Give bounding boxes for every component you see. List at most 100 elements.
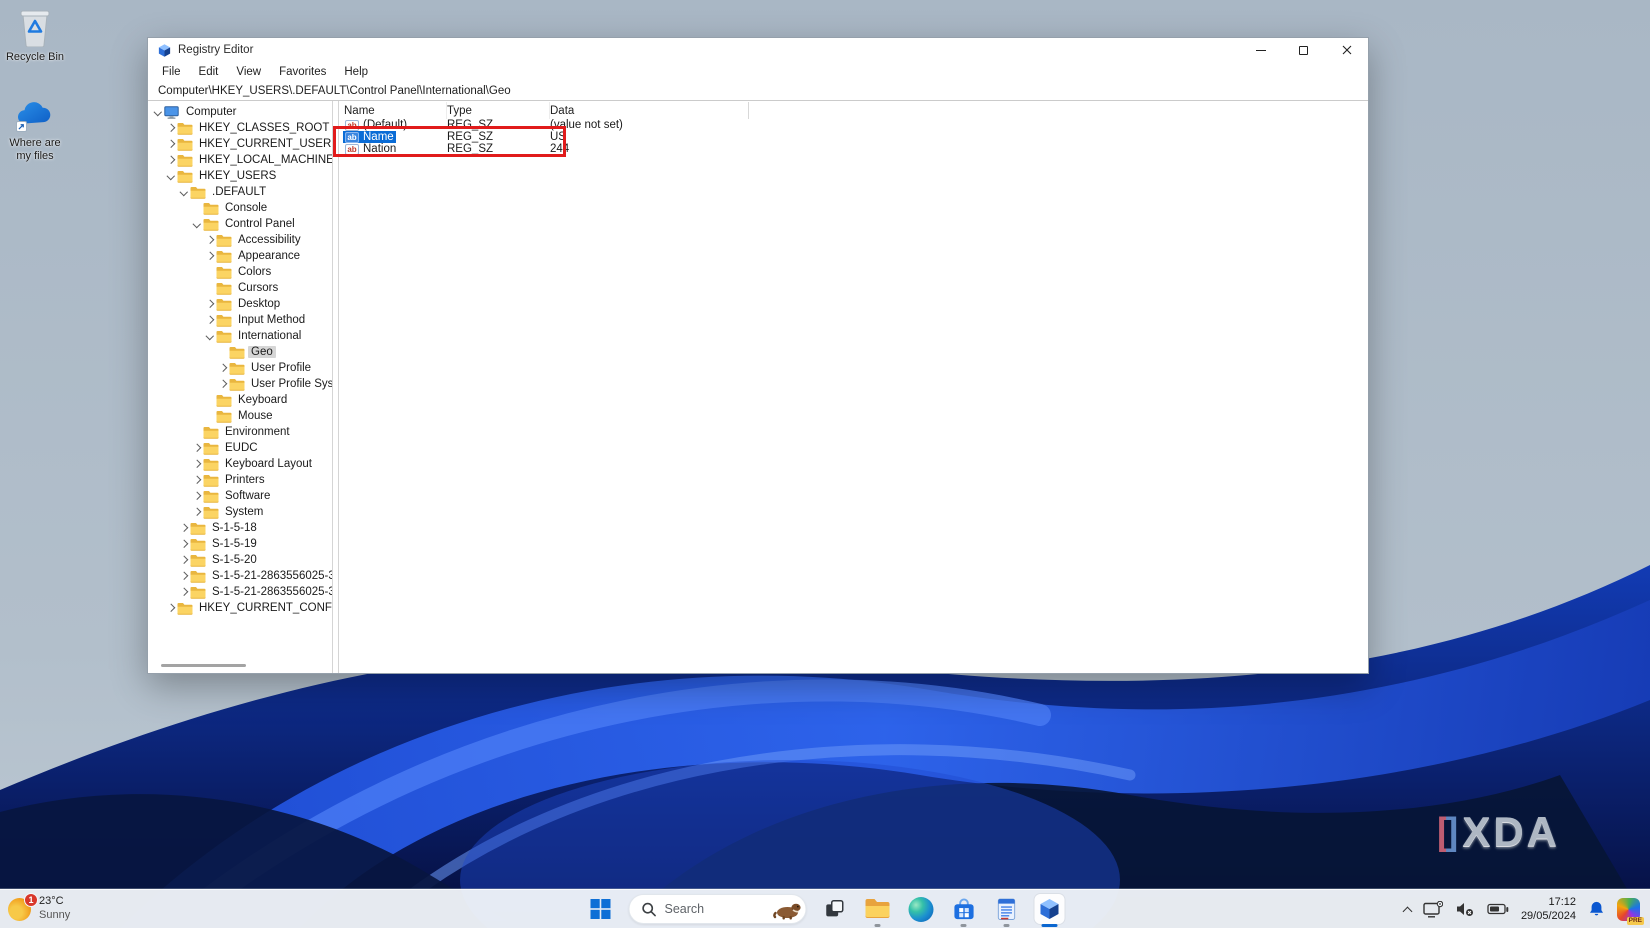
column-header-name[interactable]: Name xyxy=(339,102,447,119)
tree-chevron-icon[interactable] xyxy=(204,235,215,246)
notepad-button[interactable] xyxy=(992,894,1022,924)
tree-chevron-icon[interactable] xyxy=(204,331,215,342)
menu-edit[interactable]: Edit xyxy=(190,66,228,78)
copilot-icon[interactable]: PRE xyxy=(1617,897,1644,925)
menu-view[interactable]: View xyxy=(227,66,270,78)
tree-item-colors[interactable]: Colors xyxy=(148,264,332,280)
weather-widget[interactable]: 1 23°C Sunny xyxy=(8,890,70,928)
menu-help[interactable]: Help xyxy=(335,66,377,78)
column-header-type[interactable]: Type xyxy=(447,102,550,119)
tree-item-international[interactable]: International xyxy=(148,328,332,344)
tree-item-appearance[interactable]: Appearance xyxy=(148,248,332,264)
tree-item-keyboard-layout[interactable]: Keyboard Layout xyxy=(148,456,332,472)
tree-chevron-icon[interactable] xyxy=(178,539,189,550)
tree-chevron-icon[interactable] xyxy=(165,171,176,182)
tree-chevron-icon[interactable] xyxy=(204,315,215,326)
tree-chevron-icon[interactable] xyxy=(204,251,215,262)
tree-chevron-icon[interactable] xyxy=(152,107,163,118)
tree-chevron-icon[interactable] xyxy=(165,603,176,614)
xda-logo-text: XDA xyxy=(1462,808,1560,855)
registry-editor-taskbar-button[interactable] xyxy=(1034,894,1065,924)
file-explorer-button[interactable] xyxy=(863,894,893,924)
tree-item-hkey-local-machine[interactable]: HKEY_LOCAL_MACHINE xyxy=(148,152,332,168)
tree-item-printers[interactable]: Printers xyxy=(148,472,332,488)
folder-icon xyxy=(216,266,232,279)
desktop-icon-recycle-bin[interactable]: Recycle Bin xyxy=(2,6,68,64)
start-button[interactable] xyxy=(586,894,616,924)
title-bar[interactable]: Registry Editor xyxy=(148,38,1368,62)
tree-item-default[interactable]: .DEFAULT xyxy=(148,184,332,200)
tree-item-accessibility[interactable]: Accessibility xyxy=(148,232,332,248)
tree-item-console[interactable]: Console xyxy=(148,200,332,216)
tree-chevron-icon[interactable] xyxy=(178,587,189,598)
tree-chevron-icon[interactable] xyxy=(204,299,215,310)
notification-bell-icon[interactable] xyxy=(1588,900,1605,918)
tree-chevron-icon[interactable] xyxy=(191,507,202,518)
microsoft-store-button[interactable] xyxy=(949,894,979,924)
tree-chevron-icon[interactable] xyxy=(191,219,202,230)
cast-display-icon[interactable] xyxy=(1423,900,1443,918)
desktop-icon-where-are-my-files[interactable]: Where are my files xyxy=(2,92,68,162)
tree-chevron-icon[interactable] xyxy=(191,459,202,470)
tree-chevron-icon[interactable] xyxy=(178,571,189,582)
search-box[interactable]: Search xyxy=(628,894,807,924)
tree-no-chevron xyxy=(204,395,215,406)
tree-chevron-icon[interactable] xyxy=(191,475,202,486)
tree-item-user-profile[interactable]: User Profile xyxy=(148,360,332,376)
battery-icon[interactable] xyxy=(1487,903,1509,915)
folder-icon xyxy=(190,522,206,535)
tree-chevron-icon[interactable] xyxy=(178,187,189,198)
volume-muted-icon[interactable] xyxy=(1455,901,1475,917)
tree-item-system[interactable]: System xyxy=(148,504,332,520)
close-button[interactable] xyxy=(1325,38,1368,62)
tree-chevron-icon[interactable] xyxy=(165,123,176,134)
menu-favorites[interactable]: Favorites xyxy=(270,66,335,78)
tree-item-computer[interactable]: Computer xyxy=(148,104,332,120)
tree-item-label: User Profile Syste xyxy=(251,378,332,390)
tree-item-label: Colors xyxy=(238,266,272,278)
folder-icon xyxy=(190,554,206,567)
tree-chevron-icon[interactable] xyxy=(191,491,202,502)
minimize-button[interactable] xyxy=(1239,38,1282,62)
tree-item-mouse[interactable]: Mouse xyxy=(148,408,332,424)
task-view-button[interactable] xyxy=(820,894,850,924)
tree-item-control-panel[interactable]: Control Panel xyxy=(148,216,332,232)
menu-file[interactable]: File xyxy=(153,66,190,78)
address-bar[interactable]: Computer\HKEY_USERS\.DEFAULT\Control Pan… xyxy=(148,81,1368,101)
edge-browser-button[interactable] xyxy=(906,894,936,924)
tree-item-hkey-current-config[interactable]: HKEY_CURRENT_CONFIG xyxy=(148,600,332,616)
tree-item-s-1-5-18[interactable]: S-1-5-18 xyxy=(148,520,332,536)
tree-chevron-icon[interactable] xyxy=(217,363,228,374)
copilot-preview-badge: PRE xyxy=(1626,916,1644,925)
tree-item-s-1-5-19[interactable]: S-1-5-19 xyxy=(148,536,332,552)
tree-chevron-icon[interactable] xyxy=(165,155,176,166)
tree-item-environment[interactable]: Environment xyxy=(148,424,332,440)
tree-item-s-1-5-20[interactable]: S-1-5-20 xyxy=(148,552,332,568)
sun-icon: 1 xyxy=(8,892,38,921)
tree-item-geo[interactable]: Geo xyxy=(148,344,332,360)
tree-horizontal-scrollbar[interactable] xyxy=(161,664,246,667)
pane-splitter[interactable] xyxy=(332,101,339,673)
tree-item-software[interactable]: Software xyxy=(148,488,332,504)
tree-chevron-icon[interactable] xyxy=(217,379,228,390)
tree-item-s-1-5-21-2863556025-3033[interactable]: S-1-5-21-2863556025-3033 xyxy=(148,568,332,584)
tray-overflow-chevron-icon[interactable] xyxy=(1402,906,1413,916)
tree-chevron-icon[interactable] xyxy=(191,443,202,454)
column-header-data[interactable]: Data xyxy=(550,102,749,119)
tree-item-input-method[interactable]: Input Method xyxy=(148,312,332,328)
tree-item-hkey-users[interactable]: HKEY_USERS xyxy=(148,168,332,184)
tree-chevron-icon[interactable] xyxy=(178,555,189,566)
tree-item-s-1-5-21-2863556025-3033[interactable]: S-1-5-21-2863556025-3033 xyxy=(148,584,332,600)
tree-chevron-icon[interactable] xyxy=(178,523,189,534)
tree-item-user-profile-syste[interactable]: User Profile Syste xyxy=(148,376,332,392)
tree-item-hkey-current-user[interactable]: HKEY_CURRENT_USER xyxy=(148,136,332,152)
tree-item-cursors[interactable]: Cursors xyxy=(148,280,332,296)
tree-item-keyboard[interactable]: Keyboard xyxy=(148,392,332,408)
shortcut-arrow-icon xyxy=(16,121,27,132)
taskbar-clock[interactable]: 17:12 29/05/2024 xyxy=(1521,895,1576,924)
tree-chevron-icon[interactable] xyxy=(165,139,176,150)
tree-item-eudc[interactable]: EUDC xyxy=(148,440,332,456)
maximize-button[interactable] xyxy=(1282,38,1325,62)
tree-item-desktop[interactable]: Desktop xyxy=(148,296,332,312)
tree-item-hkey-classes-root[interactable]: HKEY_CLASSES_ROOT xyxy=(148,120,332,136)
